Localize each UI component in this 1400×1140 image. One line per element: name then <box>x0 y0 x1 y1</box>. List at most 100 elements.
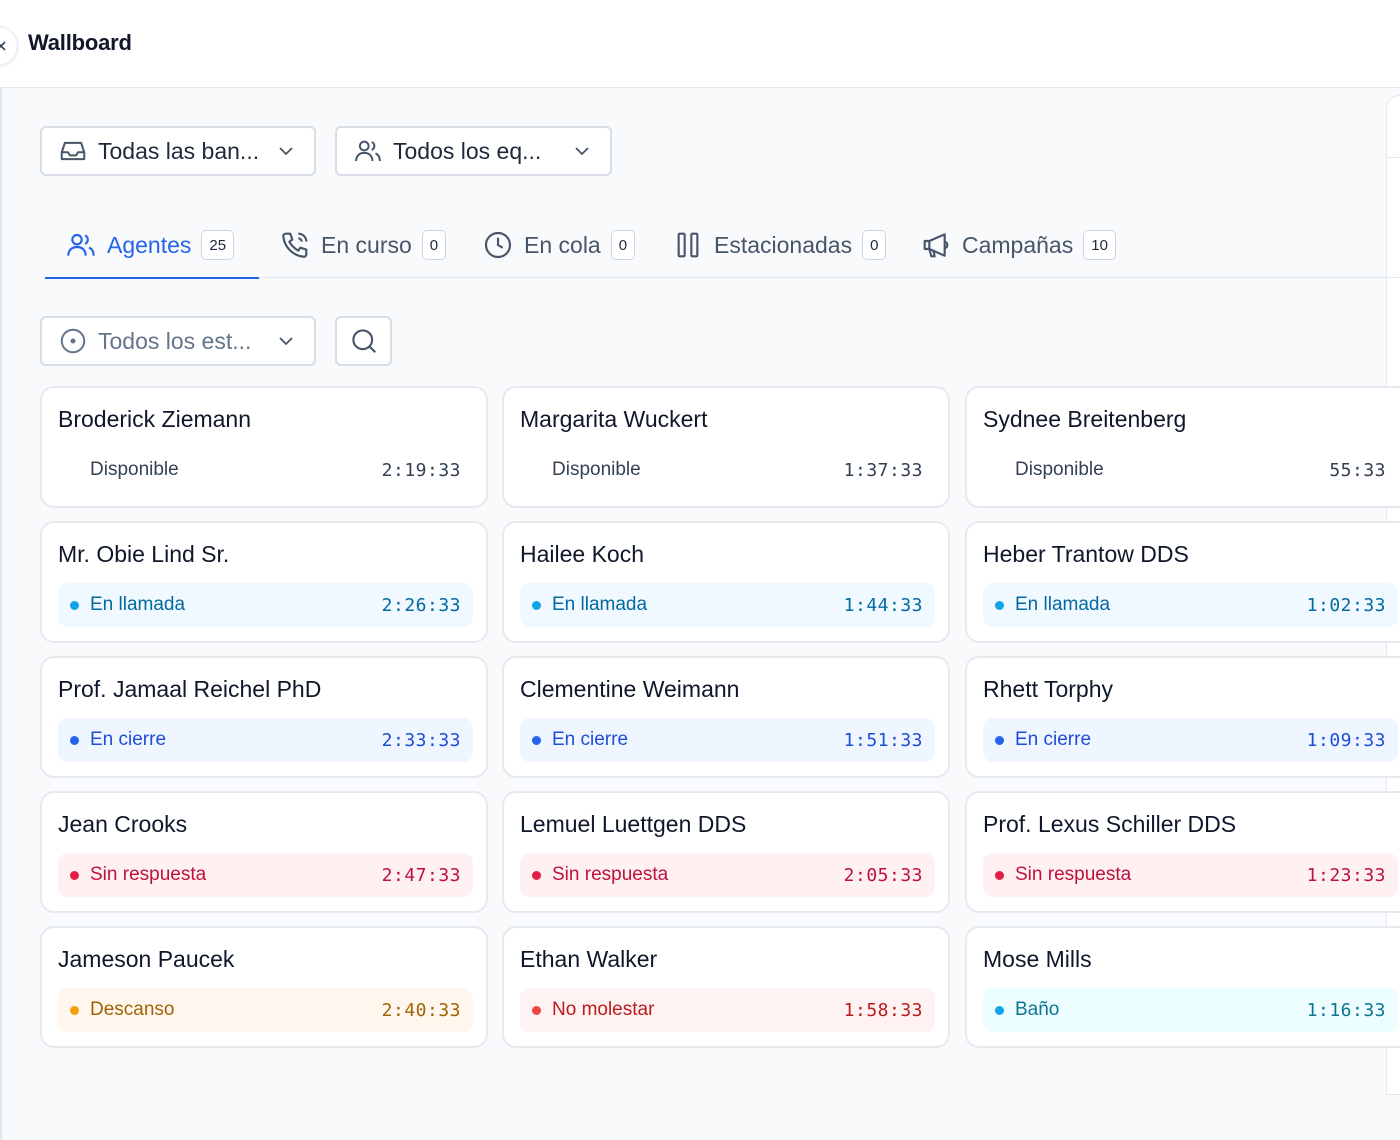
agent-status: En llamada 2:26:33 <box>58 583 473 627</box>
agent-status: Sin respuesta 1:23:33 <box>983 853 1398 897</box>
agent-name: Broderick Ziemann <box>58 406 252 432</box>
circle-dot-icon <box>58 326 88 356</box>
tab-in-progress[interactable]: En curso 0 <box>259 212 466 278</box>
left-divider <box>0 88 2 1140</box>
chevron-down-icon <box>276 140 298 162</box>
inbox-filter-select[interactable]: Todas las ban... <box>40 126 316 176</box>
agent-name: Lemuel Luettgen DDS <box>520 811 747 837</box>
status-label: Baño <box>1015 999 1060 1020</box>
status-timer: 2:05:33 <box>843 864 923 886</box>
agent-name: Jean Crooks <box>58 811 188 837</box>
agent-status: Baño 1:16:33 <box>983 988 1398 1032</box>
status-dot <box>532 1005 541 1015</box>
users-icon <box>353 136 383 166</box>
agent-name: Ethan Walker <box>520 946 658 972</box>
agent-status: Disponible 1:37:33 <box>520 448 935 492</box>
tab-agents-label: Agentes <box>107 231 192 258</box>
status-dot <box>995 870 1004 880</box>
status-label: Disponible <box>552 459 641 480</box>
agent-card[interactable]: Sydnee Breitenberg Disponible 55:33 <box>965 386 1400 508</box>
agent-name: Sydnee Breitenberg <box>983 406 1187 432</box>
status-timer: 2:47:33 <box>381 864 461 886</box>
agent-card[interactable]: Lemuel Luettgen DDS Sin respuesta 2:05:33 <box>502 791 950 913</box>
status-dot <box>532 735 541 745</box>
tab-queue-label: En cola <box>524 231 601 258</box>
agent-card[interactable]: Mr. Obie Lind Sr. En llamada 2:26:33 <box>40 521 488 643</box>
status-dot <box>70 600 79 610</box>
agent-card[interactable]: Jameson Paucek Descanso 2:40:33 <box>40 926 488 1048</box>
status-label: En cierre <box>552 729 629 750</box>
status-dot <box>995 1005 1004 1015</box>
status-dot <box>995 735 1004 745</box>
chevron-down-icon <box>572 140 594 162</box>
search-button[interactable] <box>335 316 392 366</box>
agent-card[interactable]: Clementine Weimann En cierre 1:51:33 <box>502 656 950 778</box>
tab-parked[interactable]: Estacionadas 0 <box>652 212 906 278</box>
status-timer: 2:26:33 <box>381 594 461 616</box>
search-icon <box>351 329 376 354</box>
agent-status: Sin respuesta 2:05:33 <box>520 853 935 897</box>
status-timer: 2:40:33 <box>381 999 461 1021</box>
status-timer: 1:16:33 <box>1306 999 1386 1021</box>
status-label: En cierre <box>1015 729 1092 750</box>
agent-status: En cierre 2:33:33 <box>58 718 473 762</box>
status-label: En llamada <box>90 594 186 615</box>
agent-name: Mose Mills <box>983 946 1092 972</box>
status-timer: 1:44:33 <box>843 594 923 616</box>
close-icon <box>0 41 6 51</box>
agent-card[interactable]: Prof. Jamaal Reichel PhD En cierre 2:33:3… <box>40 656 488 778</box>
users-icon <box>65 229 97 261</box>
team-filter-label: Todos los eq... <box>393 137 542 164</box>
status-timer: 2:33:33 <box>381 729 461 751</box>
tab-campaigns-label: Campañas <box>962 231 1074 258</box>
status-timer: 55:33 <box>1329 459 1386 481</box>
agent-status: No molestar 1:58:33 <box>520 988 935 1032</box>
status-label: No molestar <box>552 999 655 1020</box>
agent-status: Descanso 2:40:33 <box>58 988 473 1032</box>
status-filter-select[interactable]: Todos los est... <box>40 316 316 366</box>
tab-campaigns[interactable]: Campañas 10 <box>900 212 1136 278</box>
status-label: Disponible <box>1015 459 1104 480</box>
status-dot <box>995 600 1004 610</box>
agent-name: Prof. Jamaal Reichel PhD <box>58 676 322 702</box>
tab-agents-count: 25 <box>201 230 235 260</box>
status-label: Descanso <box>90 999 175 1020</box>
agent-name: Clementine Weimann <box>520 676 740 702</box>
close-button[interactable] <box>0 26 18 66</box>
tab-queue-count: 0 <box>610 230 636 260</box>
status-timer: 1:58:33 <box>843 999 923 1021</box>
agent-card[interactable]: Heber Trantow DDS En llamada 1:02:33 <box>965 521 1400 643</box>
page-title: Wallboard <box>28 30 132 55</box>
agent-card[interactable]: Margarita Wuckert Disponible 1:37:33 <box>502 386 950 508</box>
agent-name: Mr. Obie Lind Sr. <box>58 541 230 567</box>
agent-card[interactable]: Mose Mills Baño 1:16:33 <box>965 926 1400 1048</box>
status-dot <box>532 600 541 610</box>
status-label: Sin respuesta <box>1015 864 1132 885</box>
status-timer: 1:23:33 <box>1306 864 1386 886</box>
agent-name: Hailee Koch <box>520 541 645 567</box>
inbox-icon <box>58 136 88 166</box>
tab-queue[interactable]: En cola 0 <box>462 212 655 278</box>
agent-card[interactable]: Ethan Walker No molestar 1:58:33 <box>502 926 950 1048</box>
status-label: En cierre <box>90 729 167 750</box>
team-filter-select[interactable]: Todos los eq... <box>335 126 612 176</box>
status-dot <box>70 870 79 880</box>
tab-parked-count: 0 <box>862 230 887 260</box>
status-filter-label: Todos los est... <box>98 327 252 354</box>
status-timer: 1:51:33 <box>843 729 923 751</box>
status-label: Disponible <box>90 459 179 480</box>
tab-agents[interactable]: Agentes 25 <box>45 212 259 279</box>
status-timer: 1:09:33 <box>1306 729 1386 751</box>
agent-name: Heber Trantow DDS <box>983 541 1189 567</box>
agent-card[interactable]: Prof. Lexus Schiller DDS Sin respuesta 1:… <box>965 791 1400 913</box>
agent-status: Disponible 55:33 <box>983 448 1398 492</box>
megaphone-icon <box>920 229 952 261</box>
agent-card[interactable]: Rhett Torphy En cierre 1:09:33 <box>965 656 1400 778</box>
agent-name: Margarita Wuckert <box>520 406 708 432</box>
agent-name: Jameson Paucek <box>58 946 235 972</box>
agent-card[interactable]: Hailee Koch En llamada 1:44:33 <box>502 521 950 643</box>
agent-card[interactable]: Jean Crooks Sin respuesta 2:47:33 <box>40 791 488 913</box>
status-timer: 2:19:33 <box>381 459 461 481</box>
agent-card[interactable]: Broderick Ziemann Disponible 2:19:33 <box>40 386 488 508</box>
inbox-filter-label: Todas las ban... <box>98 137 260 164</box>
